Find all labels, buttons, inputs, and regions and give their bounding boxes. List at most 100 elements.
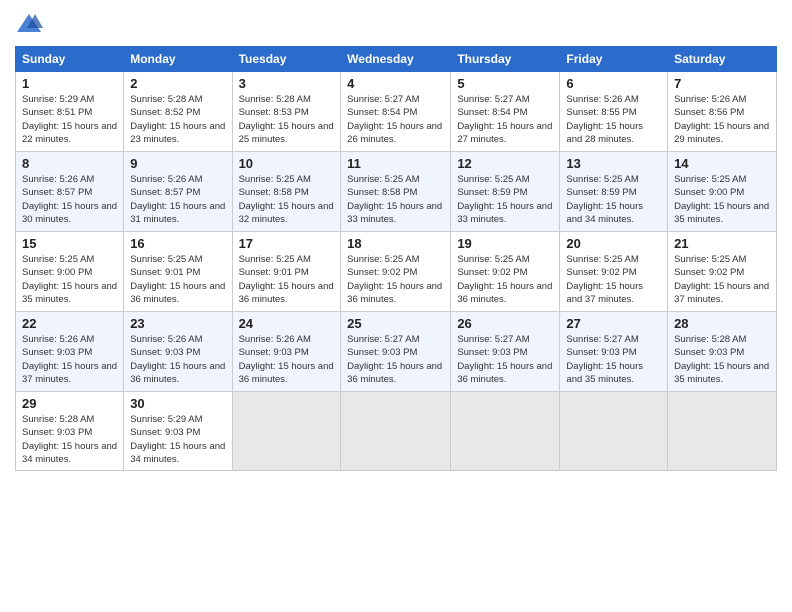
calendar-cell: 22 Sunrise: 5:26 AM Sunset: 9:03 PM Dayl… (16, 312, 124, 392)
day-info: Sunrise: 5:25 AM Sunset: 8:59 PM Dayligh… (457, 173, 553, 226)
day-info: Sunrise: 5:27 AM Sunset: 8:54 PM Dayligh… (457, 93, 553, 146)
day-info: Sunrise: 5:26 AM Sunset: 8:57 PM Dayligh… (130, 173, 225, 226)
day-info: Sunrise: 5:26 AM Sunset: 8:55 PM Dayligh… (566, 93, 661, 146)
day-number: 23 (130, 316, 225, 331)
day-info: Sunrise: 5:25 AM Sunset: 8:59 PM Dayligh… (566, 173, 661, 226)
header (15, 10, 777, 38)
day-number: 1 (22, 76, 117, 91)
calendar-header-row: SundayMondayTuesdayWednesdayThursdayFrid… (16, 47, 777, 72)
calendar-cell: 29 Sunrise: 5:28 AM Sunset: 9:03 PM Dayl… (16, 392, 124, 471)
day-info: Sunrise: 5:28 AM Sunset: 8:53 PM Dayligh… (239, 93, 335, 146)
logo-icon (15, 10, 43, 38)
day-number: 26 (457, 316, 553, 331)
calendar-cell: 18 Sunrise: 5:25 AM Sunset: 9:02 PM Dayl… (341, 232, 451, 312)
calendar-cell: 4 Sunrise: 5:27 AM Sunset: 8:54 PM Dayli… (341, 72, 451, 152)
day-number: 12 (457, 156, 553, 171)
day-info: Sunrise: 5:25 AM Sunset: 9:01 PM Dayligh… (239, 253, 335, 306)
day-info: Sunrise: 5:25 AM Sunset: 9:02 PM Dayligh… (457, 253, 553, 306)
calendar-cell: 2 Sunrise: 5:28 AM Sunset: 8:52 PM Dayli… (124, 72, 232, 152)
day-info: Sunrise: 5:28 AM Sunset: 9:03 PM Dayligh… (22, 413, 117, 466)
day-number: 6 (566, 76, 661, 91)
calendar-cell: 1 Sunrise: 5:29 AM Sunset: 8:51 PM Dayli… (16, 72, 124, 152)
calendar-cell: 9 Sunrise: 5:26 AM Sunset: 8:57 PM Dayli… (124, 152, 232, 232)
calendar-cell: 24 Sunrise: 5:26 AM Sunset: 9:03 PM Dayl… (232, 312, 341, 392)
day-info: Sunrise: 5:25 AM Sunset: 9:02 PM Dayligh… (674, 253, 770, 306)
day-number: 30 (130, 396, 225, 411)
weekday-header-tuesday: Tuesday (232, 47, 341, 72)
day-number: 15 (22, 236, 117, 251)
weekday-header-saturday: Saturday (668, 47, 777, 72)
day-info: Sunrise: 5:27 AM Sunset: 9:03 PM Dayligh… (566, 333, 661, 386)
calendar-cell: 15 Sunrise: 5:25 AM Sunset: 9:00 PM Dayl… (16, 232, 124, 312)
day-info: Sunrise: 5:25 AM Sunset: 8:58 PM Dayligh… (347, 173, 444, 226)
calendar-cell: 19 Sunrise: 5:25 AM Sunset: 9:02 PM Dayl… (451, 232, 560, 312)
calendar-cell: 27 Sunrise: 5:27 AM Sunset: 9:03 PM Dayl… (560, 312, 668, 392)
calendar-cell: 26 Sunrise: 5:27 AM Sunset: 9:03 PM Dayl… (451, 312, 560, 392)
day-number: 18 (347, 236, 444, 251)
calendar-cell: 13 Sunrise: 5:25 AM Sunset: 8:59 PM Dayl… (560, 152, 668, 232)
calendar-cell: 8 Sunrise: 5:26 AM Sunset: 8:57 PM Dayli… (16, 152, 124, 232)
day-number: 16 (130, 236, 225, 251)
day-number: 8 (22, 156, 117, 171)
day-info: Sunrise: 5:26 AM Sunset: 9:03 PM Dayligh… (239, 333, 335, 386)
calendar-cell (232, 392, 341, 471)
weekday-header-sunday: Sunday (16, 47, 124, 72)
calendar-cell (341, 392, 451, 471)
calendar-cell: 16 Sunrise: 5:25 AM Sunset: 9:01 PM Dayl… (124, 232, 232, 312)
calendar-cell: 7 Sunrise: 5:26 AM Sunset: 8:56 PM Dayli… (668, 72, 777, 152)
weekday-header-monday: Monday (124, 47, 232, 72)
day-info: Sunrise: 5:25 AM Sunset: 9:02 PM Dayligh… (347, 253, 444, 306)
day-number: 11 (347, 156, 444, 171)
day-info: Sunrise: 5:25 AM Sunset: 9:00 PM Dayligh… (674, 173, 770, 226)
day-info: Sunrise: 5:25 AM Sunset: 9:01 PM Dayligh… (130, 253, 225, 306)
day-number: 4 (347, 76, 444, 91)
calendar-week-3: 15 Sunrise: 5:25 AM Sunset: 9:00 PM Dayl… (16, 232, 777, 312)
day-info: Sunrise: 5:26 AM Sunset: 8:56 PM Dayligh… (674, 93, 770, 146)
day-number: 25 (347, 316, 444, 331)
day-info: Sunrise: 5:26 AM Sunset: 9:03 PM Dayligh… (130, 333, 225, 386)
weekday-header-friday: Friday (560, 47, 668, 72)
day-info: Sunrise: 5:29 AM Sunset: 8:51 PM Dayligh… (22, 93, 117, 146)
day-info: Sunrise: 5:25 AM Sunset: 8:58 PM Dayligh… (239, 173, 335, 226)
calendar-cell: 17 Sunrise: 5:25 AM Sunset: 9:01 PM Dayl… (232, 232, 341, 312)
calendar-cell: 12 Sunrise: 5:25 AM Sunset: 8:59 PM Dayl… (451, 152, 560, 232)
calendar-cell: 14 Sunrise: 5:25 AM Sunset: 9:00 PM Dayl… (668, 152, 777, 232)
day-number: 28 (674, 316, 770, 331)
calendar-cell: 5 Sunrise: 5:27 AM Sunset: 8:54 PM Dayli… (451, 72, 560, 152)
day-number: 9 (130, 156, 225, 171)
calendar-week-2: 8 Sunrise: 5:26 AM Sunset: 8:57 PM Dayli… (16, 152, 777, 232)
day-number: 24 (239, 316, 335, 331)
calendar-cell (560, 392, 668, 471)
weekday-header-wednesday: Wednesday (341, 47, 451, 72)
day-number: 20 (566, 236, 661, 251)
day-info: Sunrise: 5:27 AM Sunset: 9:03 PM Dayligh… (347, 333, 444, 386)
day-info: Sunrise: 5:25 AM Sunset: 9:02 PM Dayligh… (566, 253, 661, 306)
day-number: 14 (674, 156, 770, 171)
calendar-cell: 28 Sunrise: 5:28 AM Sunset: 9:03 PM Dayl… (668, 312, 777, 392)
calendar-cell: 21 Sunrise: 5:25 AM Sunset: 9:02 PM Dayl… (668, 232, 777, 312)
calendar-week-5: 29 Sunrise: 5:28 AM Sunset: 9:03 PM Dayl… (16, 392, 777, 471)
calendar-cell: 30 Sunrise: 5:29 AM Sunset: 9:03 PM Dayl… (124, 392, 232, 471)
day-number: 17 (239, 236, 335, 251)
day-number: 19 (457, 236, 553, 251)
day-info: Sunrise: 5:28 AM Sunset: 9:03 PM Dayligh… (674, 333, 770, 386)
calendar-cell (451, 392, 560, 471)
day-info: Sunrise: 5:29 AM Sunset: 9:03 PM Dayligh… (130, 413, 225, 466)
calendar-cell: 11 Sunrise: 5:25 AM Sunset: 8:58 PM Dayl… (341, 152, 451, 232)
main-container: SundayMondayTuesdayWednesdayThursdayFrid… (0, 0, 792, 481)
day-number: 3 (239, 76, 335, 91)
day-number: 22 (22, 316, 117, 331)
day-number: 21 (674, 236, 770, 251)
day-number: 13 (566, 156, 661, 171)
calendar-cell (668, 392, 777, 471)
calendar-cell: 25 Sunrise: 5:27 AM Sunset: 9:03 PM Dayl… (341, 312, 451, 392)
day-number: 7 (674, 76, 770, 91)
calendar-cell: 20 Sunrise: 5:25 AM Sunset: 9:02 PM Dayl… (560, 232, 668, 312)
calendar-week-4: 22 Sunrise: 5:26 AM Sunset: 9:03 PM Dayl… (16, 312, 777, 392)
day-number: 27 (566, 316, 661, 331)
calendar-cell: 10 Sunrise: 5:25 AM Sunset: 8:58 PM Dayl… (232, 152, 341, 232)
day-info: Sunrise: 5:28 AM Sunset: 8:52 PM Dayligh… (130, 93, 225, 146)
day-info: Sunrise: 5:26 AM Sunset: 8:57 PM Dayligh… (22, 173, 117, 226)
logo (15, 10, 45, 38)
day-info: Sunrise: 5:27 AM Sunset: 8:54 PM Dayligh… (347, 93, 444, 146)
